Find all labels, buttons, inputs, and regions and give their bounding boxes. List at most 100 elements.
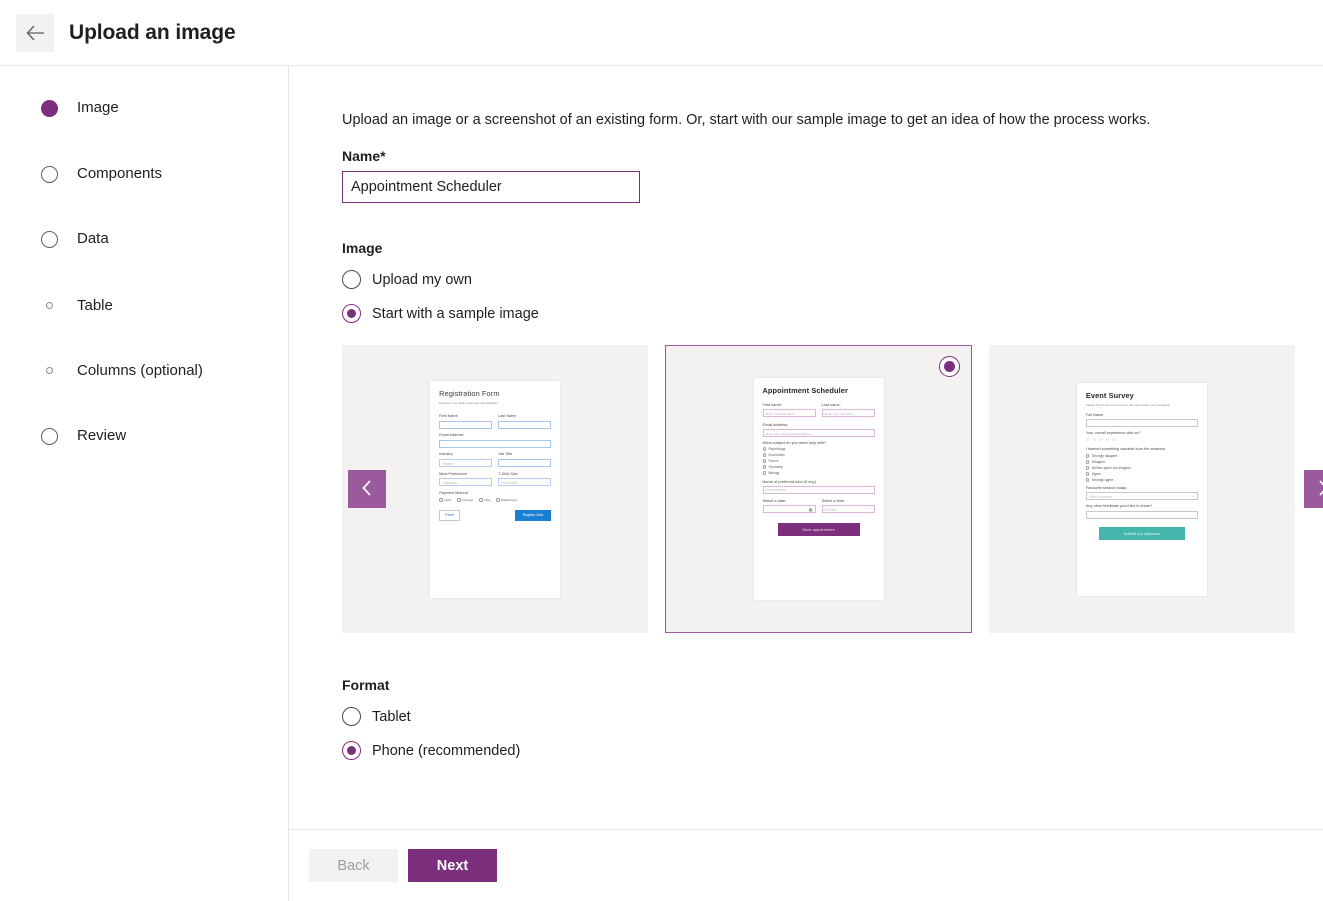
sample-preview-appointment: Appointment Scheduler First name: Enter … <box>753 378 884 600</box>
gallery-prev-button[interactable] <box>348 470 386 508</box>
step-dot-icon <box>40 427 58 445</box>
likert-option: Disagree <box>1085 459 1198 464</box>
sidebar-item-label: Review <box>77 426 127 444</box>
radio-format-phone[interactable]: Phone (recommended) <box>342 741 520 760</box>
radio-format-tablet[interactable]: Tablet <box>342 707 411 726</box>
sidebar-item-columns[interactable]: Columns (optional) <box>34 360 288 426</box>
name-row: First name: Enter your first name Last n… <box>762 399 875 418</box>
subject-option-label: Geometry <box>768 464 783 469</box>
first-name-input: Enter your first name <box>762 409 816 418</box>
radio-start-with-sample[interactable]: Start with a sample image <box>342 304 539 323</box>
card-selected-radio-icon[interactable] <box>938 356 960 377</box>
subject-option: French <box>762 459 875 463</box>
main-panel: Upload an image or a screenshot of an ex… <box>289 66 1323 901</box>
likert-label: I learned something valuable from the se… <box>1085 447 1166 452</box>
gallery-card-registration-form[interactable]: Registration Form Register now while sea… <box>342 345 649 633</box>
sample-subtitle: Please fill out the event survey. We app… <box>1085 403 1171 408</box>
feedback-label: Any other feedback you'd like to share? <box>1085 503 1153 508</box>
first-name-input <box>439 420 493 429</box>
full-name-input <box>1085 419 1198 428</box>
industry-row: Industry Finance Job Title <box>439 449 552 468</box>
sample-title: Appointment Scheduler <box>762 386 848 395</box>
radio-icon <box>762 459 767 463</box>
back-button[interactable]: Back <box>309 849 398 882</box>
chevron-right-icon <box>1315 479 1323 500</box>
radio-icon <box>479 498 483 502</box>
name-input[interactable] <box>342 171 640 203</box>
likert-options: Strongly disagree Disagree Neither agree… <box>1085 454 1198 483</box>
gallery-card-appointment-scheduler[interactable]: Appointment Scheduler First name: Enter … <box>665 345 972 633</box>
sidebar-item-label: Columns (optional) <box>77 362 203 379</box>
payment-option: Cheque <box>457 498 473 502</box>
industry-select: Finance <box>439 459 493 468</box>
chevron-left-icon <box>359 479 375 500</box>
step-subdot-icon <box>45 301 53 309</box>
sidebar-item-image[interactable]: Image <box>34 98 288 164</box>
payment-option: Mastercard <box>496 498 517 502</box>
step-marker-col <box>34 360 64 380</box>
step-marker-col <box>34 164 64 189</box>
back-navigation-button[interactable] <box>16 13 54 52</box>
email-label: Email Address <box>439 433 464 438</box>
last-name-group: Last Name <box>498 411 552 430</box>
radio-upload-my-own[interactable]: Upload my own <box>342 270 472 289</box>
first-name-label: First Name <box>439 414 458 419</box>
first-name-group: First name: Enter your first name <box>762 399 816 418</box>
subject-options: Psychology Economics French Geometry Bio… <box>762 447 875 476</box>
sidebar-item-review[interactable]: Review <box>34 426 288 456</box>
job-title-input <box>498 459 552 468</box>
session-select: Select a session <box>1085 492 1198 501</box>
book-appointment-button: Book appointment <box>777 522 860 537</box>
radio-icon <box>342 707 361 726</box>
likert-option-label: Neither agree nor disagree <box>1091 465 1132 470</box>
last-name-input: Enter your last name <box>821 409 875 418</box>
gallery-card-event-survey[interactable]: Event Survey Please fill out the event s… <box>988 345 1296 633</box>
form-buttons: Reset Register Now <box>439 509 552 522</box>
date-label: Select a date: <box>762 498 787 504</box>
feedback-input <box>1085 510 1198 519</box>
reset-button: Reset <box>439 509 460 522</box>
subject-option-label: Economics <box>768 452 785 457</box>
payment-option-label: Visa <box>484 497 491 502</box>
date-group: Select a date: ▦ <box>762 495 816 514</box>
radio-icon <box>457 498 461 502</box>
first-name-group: First Name <box>439 411 493 430</box>
payment-option: Cash <box>439 498 451 502</box>
tutor-label: Name of preferred tutor (if any) <box>762 478 816 484</box>
payment-option-label: Cash <box>444 497 452 502</box>
image-section-title: Image <box>342 240 383 256</box>
sidebar-item-data[interactable]: Data <box>34 229 288 295</box>
radio-label: Upload my own <box>372 271 472 288</box>
radio-icon <box>1085 478 1090 482</box>
subject-option: Psychology <box>762 447 875 451</box>
likert-option-label: Disagree <box>1091 459 1106 464</box>
radio-icon <box>496 498 500 502</box>
payment-option-label: Cheque <box>462 497 474 502</box>
sample-image-gallery: Registration Form Register now while sea… <box>342 345 1323 633</box>
email-label: Email address: <box>762 421 789 427</box>
time-label: Select a time: <box>821 498 846 504</box>
page-body: Image Components Data Table Columns (opt… <box>0 66 1323 901</box>
wizard-sidebar: Image Components Data Table Columns (opt… <box>0 66 289 901</box>
subject-option: Biology <box>762 471 875 475</box>
tshirt-group: T-Shirt Size Extra small <box>498 468 552 487</box>
sidebar-item-components[interactable]: Components <box>34 164 288 230</box>
tshirt-label: T-Shirt Size <box>498 471 518 476</box>
sidebar-item-table[interactable]: Table <box>34 295 288 361</box>
sample-preview-survey: Event Survey Please fill out the event s… <box>1076 382 1207 596</box>
name-label-text: Name <box>342 148 381 164</box>
radio-icon <box>439 498 443 502</box>
session-label: Favourite session today: <box>1085 485 1128 490</box>
radio-icon <box>762 465 767 469</box>
radio-icon <box>1085 466 1090 470</box>
radio-icon <box>1085 454 1090 458</box>
sidebar-item-label: Table <box>77 296 113 314</box>
rating-label: Your overall experience with us? <box>1085 430 1141 435</box>
gallery-next-button[interactable] <box>1304 470 1323 508</box>
subject-option: Geometry <box>762 464 875 469</box>
next-button[interactable]: Next <box>408 849 497 882</box>
radio-label: Start with a sample image <box>372 305 539 322</box>
likert-option-label: Strongly agree <box>1091 477 1114 482</box>
format-section-title: Format <box>342 677 390 693</box>
industry-group: Industry Finance <box>439 449 493 468</box>
